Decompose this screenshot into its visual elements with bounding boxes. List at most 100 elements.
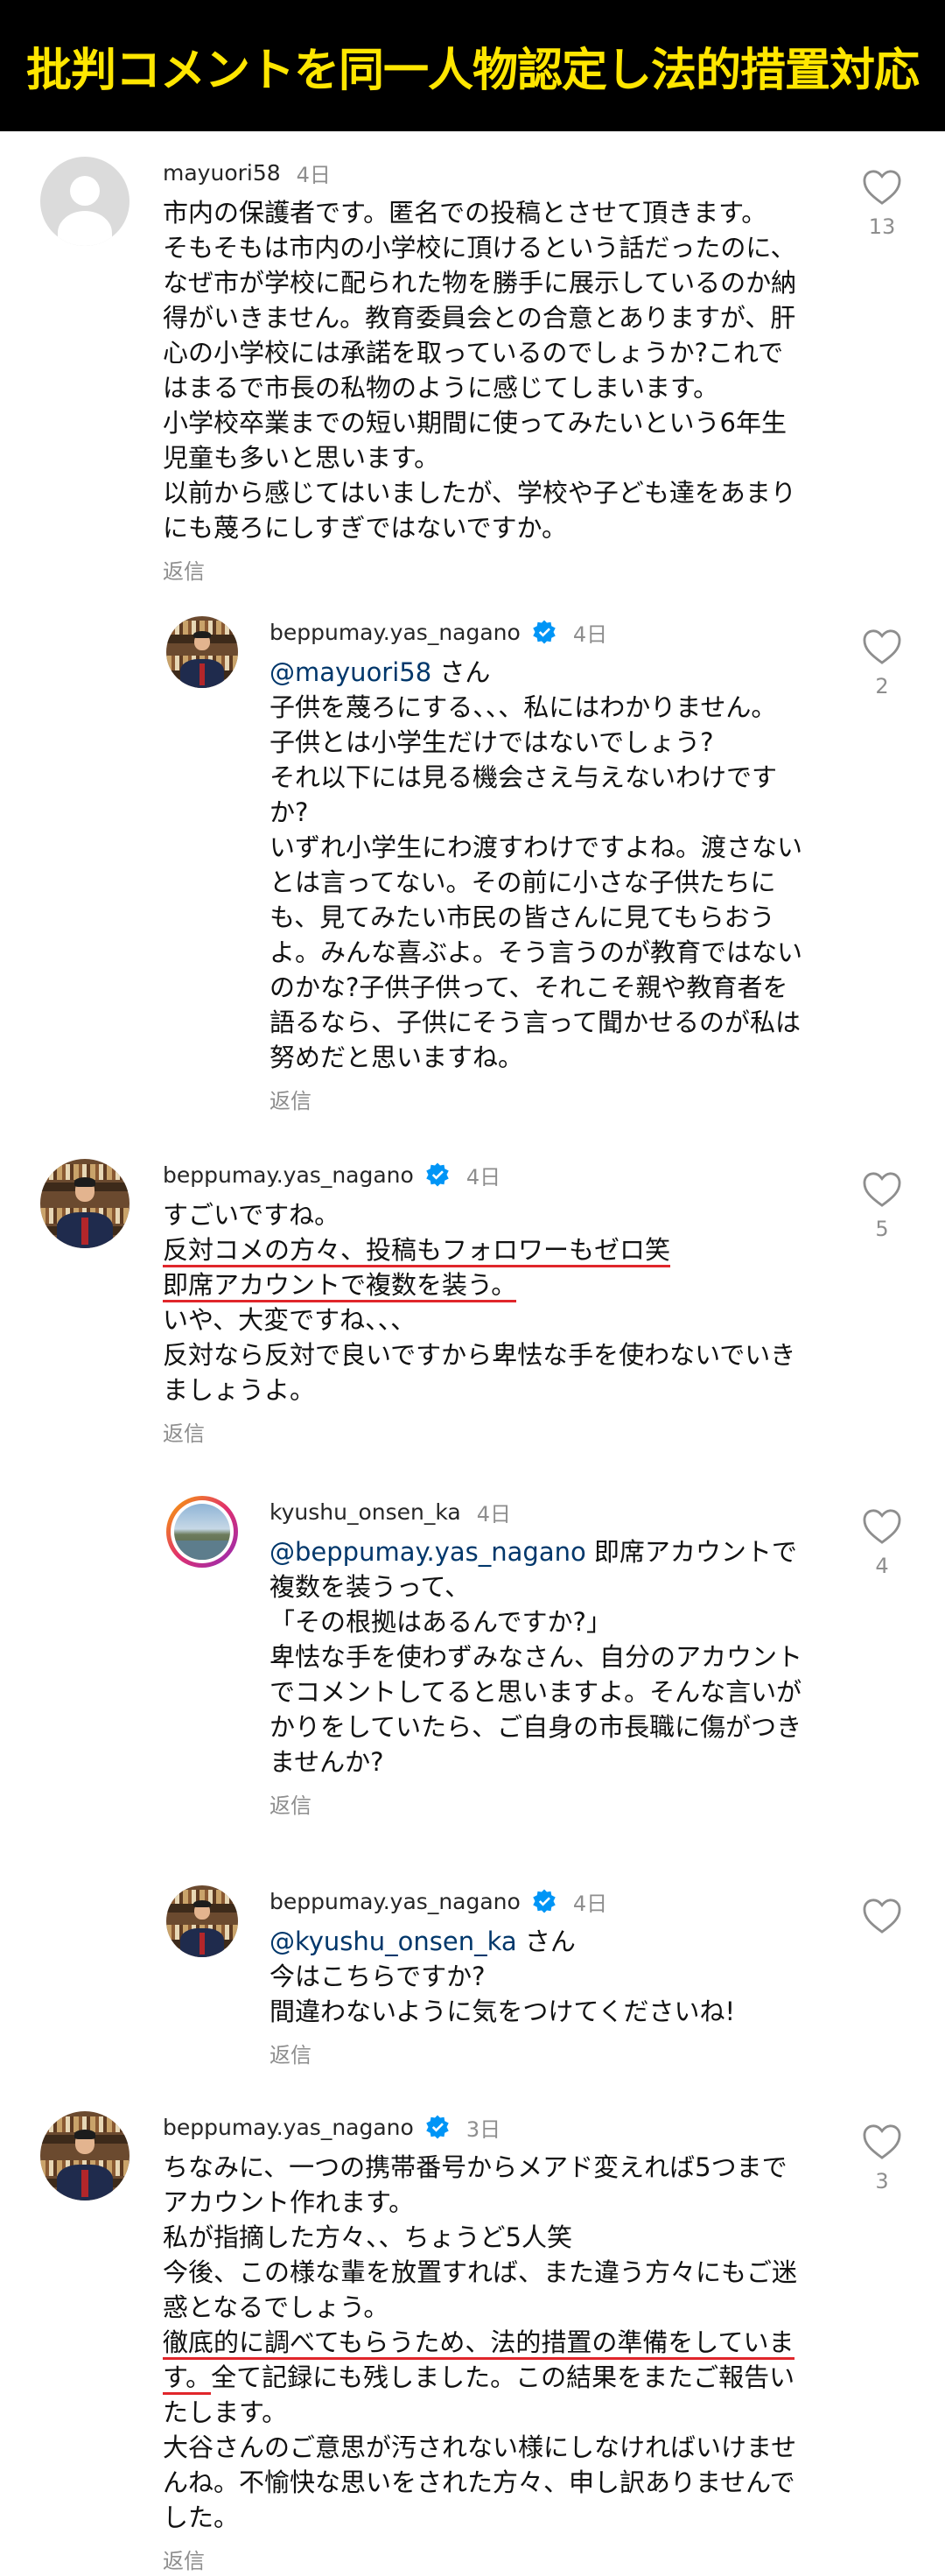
- underlined-text: 反対コメの方々、投稿もフォロワーもゼロ笑: [163, 1235, 671, 1267]
- comment-text: ちなみに、一つの携帯番号からメアド変えれば5つまで アカウント作れます。 私が指…: [163, 2150, 798, 2535]
- heart-icon: [863, 170, 901, 205]
- comment-line: 子供を蔑ろにする、、、私にはわかりません。: [270, 692, 777, 722]
- comment-line: たします。: [163, 2397, 288, 2427]
- comment-line: でコメントしてると思いますよ。そんな言いが: [270, 1677, 802, 1707]
- username[interactable]: kyushu_onsen_ka: [270, 1499, 461, 1525]
- comment-line: ませんか?: [270, 1747, 384, 1777]
- comment-line: か?: [270, 797, 309, 827]
- mention-link[interactable]: @beppumay.yas_nagano: [270, 1537, 586, 1567]
- username[interactable]: beppumay.yas_nagano: [270, 620, 521, 645]
- comment-line: 複数を装うって、: [270, 1572, 471, 1602]
- like-button[interactable]: 13: [856, 169, 908, 239]
- timestamp: 4日: [466, 1164, 501, 1190]
- comment-text: @mayuori58 さん 子供を蔑ろにする、、、私にはわかりません。 子供とは…: [270, 655, 803, 1075]
- comment-line: かりをしていたら、ご自身の市長職に傷がつき: [270, 1712, 802, 1742]
- like-button[interactable]: 4: [856, 1508, 908, 1578]
- verified-badge-icon: [426, 2115, 449, 2139]
- default-avatar-icon[interactable]: [40, 157, 130, 246]
- mayor-avatar-icon[interactable]: [166, 1885, 238, 1957]
- comment-line: にも蔑ろにしすぎではないですか。: [163, 513, 567, 543]
- comment-line: 児童も多いと思います。: [163, 443, 440, 473]
- comment-line: した。: [163, 2502, 240, 2532]
- mention-link[interactable]: @mayuori58: [270, 657, 431, 687]
- comment-line: 努めだと思いますね。: [270, 1042, 524, 1072]
- mayor-avatar-icon[interactable]: [40, 2111, 130, 2200]
- heart-icon: [863, 1509, 901, 1544]
- banner: 批判コメントを同一人物認定し法的措置対応: [0, 0, 945, 131]
- verified-badge-icon: [533, 1889, 556, 1913]
- comment-line: よ。みんな喜ぶよ。そう言うのが教育ではない: [270, 937, 803, 967]
- comment-line: 私が指摘した方々、、ちょうど5人笑: [163, 2222, 572, 2252]
- comment-line: はまるで市長の私物のように感じてしまいます。: [163, 373, 719, 403]
- comment-text: @beppumay.yas_nagano 即席アカウントで 複数を装うって、 「…: [270, 1534, 803, 1779]
- timestamp: 4日: [572, 621, 608, 647]
- comment-line: アカウント作れます。: [163, 2187, 415, 2217]
- comment-line: 心の小学校には承諾を取っているのでしょうか?これで: [163, 338, 784, 368]
- timestamp: 4日: [476, 1501, 511, 1527]
- comment-line: 卑怯な手を使わずみなさん、自分のアカウント: [270, 1642, 803, 1672]
- comment-text: すごいですね。 反対コメの方々、投稿もフォロワーもゼロ笑 即席アカウントで複数を…: [163, 1197, 796, 1407]
- username[interactable]: mayuori58: [163, 160, 281, 186]
- comment-line: それ以下には見る機会さえ与えないわけです: [270, 762, 778, 792]
- banner-title: 批判コメントを同一人物認定し法的措置対応: [25, 44, 920, 97]
- verified-badge-icon: [533, 620, 556, 644]
- like-button[interactable]: 2: [856, 628, 908, 698]
- like-count: 4: [875, 1554, 889, 1578]
- like-count: 5: [875, 1217, 889, 1241]
- comment-line: なぜ市が学校に配られた物を勝手に展示しているのか納: [163, 268, 797, 298]
- username[interactable]: beppumay.yas_nagano: [163, 1162, 414, 1188]
- comment-line: いや、大変ですね、、、: [163, 1305, 416, 1335]
- comment-line: ちなみに、一つの携帯番号からメアド変えれば5つまで: [163, 2152, 788, 2182]
- like-count: 2: [875, 674, 889, 698]
- comment-line: 小学校卒業までの短い期間に使ってみたいという6年生: [163, 408, 788, 438]
- username[interactable]: beppumay.yas_nagano: [163, 2115, 414, 2140]
- comment-line: そもそもは市内の小学校に頂けるという話だったのに、: [163, 233, 796, 263]
- comment-text: @kyushu_onsen_ka さん 今はこちらですか? 間違わないように気を…: [270, 1924, 788, 2029]
- mention-link[interactable]: @kyushu_onsen_ka: [270, 1927, 517, 1956]
- like-button[interactable]: 3: [856, 2123, 908, 2193]
- comment-line: 間違わないように気をつけてくださいね!: [270, 1997, 736, 2026]
- reply-button[interactable]: 返信: [270, 1788, 788, 1819]
- reply-button[interactable]: 返信: [163, 2544, 788, 2574]
- heart-icon: [863, 2124, 901, 2159]
- underlined-text: す。: [163, 2362, 212, 2395]
- comment-line: 市内の保護者です。匿名での投稿とさせて頂きます。: [163, 198, 767, 228]
- comment-line: んね。不愉快な思いをされた方々、申し訳ありませんで: [163, 2467, 795, 2497]
- underlined-text: 徹底的に調べてもらうため、法的措置の準備をしていま: [163, 2327, 794, 2360]
- comment-line: 今後、この様な輩を放置すれば、また違う方々にもご迷: [163, 2257, 798, 2287]
- comment-line: とは言ってない。その前に小さな子供たちに: [270, 867, 776, 897]
- mayor-avatar-icon[interactable]: [166, 616, 238, 688]
- comment-line: 今はこちらですか?: [270, 1962, 486, 1991]
- comment-line: のかな?子供子供って、それこそ親や教育者を: [270, 972, 788, 1002]
- heart-icon: [863, 1899, 901, 1934]
- username[interactable]: beppumay.yas_nagano: [270, 1889, 521, 1914]
- comment-line: すごいですね。: [163, 1200, 340, 1230]
- comment-line: 以前から感じてはいましたが、学校や子ども達をあまり: [163, 478, 796, 508]
- comment-line: 語るなら、子供にそう言って聞かせるのが私は: [270, 1007, 801, 1037]
- comment-line: も、見てみたい市民の皆さんに見てもらおう: [270, 902, 775, 932]
- comment-line: 惑となるでしょう。: [163, 2292, 389, 2322]
- comment-line: 得がいきません。教育委員会との合意とありますが、肝: [163, 303, 796, 333]
- comment-line: 「その根拠はあるんですか?」: [270, 1607, 612, 1637]
- heart-icon: [863, 1172, 901, 1207]
- timestamp: 3日: [466, 2116, 501, 2142]
- comment-line: ましょうよ。: [163, 1375, 316, 1405]
- comment-text: 市内の保護者です。匿名での投稿とさせて頂きます。 そもそもは市内の小学校に頂ける…: [163, 195, 797, 545]
- like-button[interactable]: 5: [856, 1171, 908, 1241]
- onsen-avatar-icon[interactable]: [166, 1496, 238, 1568]
- timestamp: 4日: [296, 162, 331, 187]
- comment-line: 大谷さんのご意思が汚されない様にしなければいけませ: [163, 2432, 797, 2462]
- reply-button[interactable]: 返信: [270, 2038, 788, 2068]
- reply-button[interactable]: 返信: [270, 1084, 788, 1114]
- like-button[interactable]: [856, 1898, 908, 1943]
- comment-line: いずれ小学生にわ渡すわけですよね。渡さない: [270, 832, 803, 862]
- mention-suffix: さん: [431, 657, 491, 687]
- mayor-avatar-icon[interactable]: [40, 1159, 130, 1248]
- reply-button[interactable]: 返信: [163, 554, 788, 585]
- like-count: 3: [875, 2169, 889, 2193]
- comment-line: 全て記録にも残しました。この結果をまたご報告い: [211, 2362, 795, 2392]
- reply-button[interactable]: 返信: [163, 1416, 788, 1447]
- comment-line: 反対なら反対で良いですから卑怯な手を使わないでいき: [163, 1340, 796, 1370]
- like-count: 13: [868, 214, 896, 239]
- heart-icon: [863, 629, 901, 664]
